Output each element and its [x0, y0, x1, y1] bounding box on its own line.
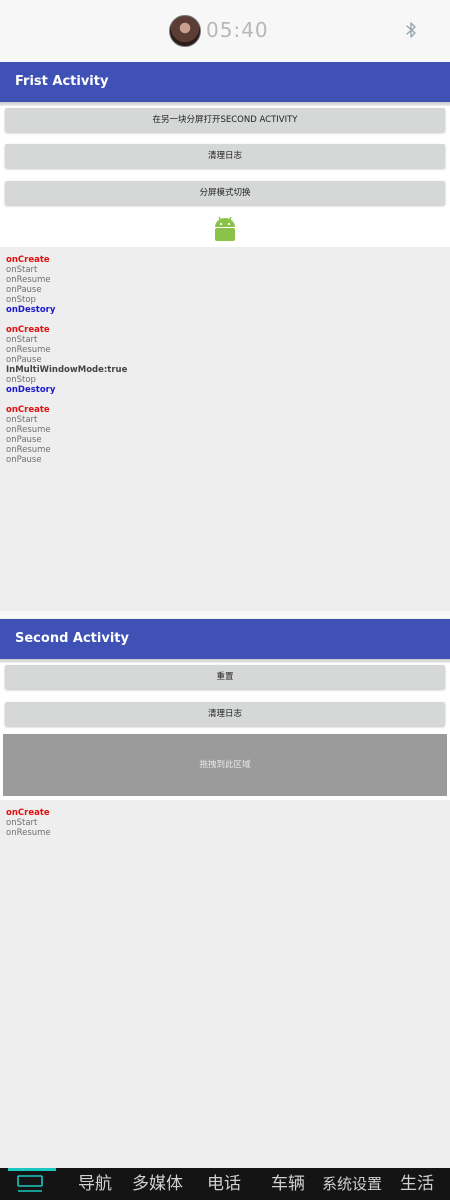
log-line: onStop	[6, 295, 36, 305]
second-activity-title: Second Activity	[15, 631, 129, 646]
first-activity-log: onCreate onStart onResume onPause onStop onDe…	[6, 255, 127, 465]
log-line: onCreate	[6, 255, 50, 265]
log-line: onDestory	[6, 305, 56, 315]
log-line: onCreate	[6, 325, 50, 335]
log-line: onResume	[6, 828, 51, 838]
first-activity-appbar: Frist Activity	[0, 62, 450, 102]
log-line: onPause	[6, 455, 42, 465]
log-line: onStop	[6, 375, 36, 385]
avatar[interactable]	[169, 15, 201, 47]
second-activity-log: onCreate onStart onResume	[6, 808, 51, 838]
clock: 05:40	[206, 18, 269, 42]
android-robot-icon	[215, 216, 235, 241]
log-line: onDestory	[6, 385, 56, 395]
log-line: onResume	[6, 275, 51, 285]
log-line: onCreate	[6, 405, 50, 415]
open-second-activity-button[interactable]: 在另一块分屏打开SECOND ACTIVITY	[5, 108, 445, 132]
log-line: onCreate	[6, 808, 50, 818]
screen: 05:40 Frist Activity 在另一块分屏打开SECOND ACTI…	[0, 0, 450, 1200]
log-line: onStart	[6, 818, 38, 828]
log-line: onPause	[6, 355, 42, 365]
clear-log-button[interactable]: 清理日志	[5, 702, 445, 726]
nav-item-life[interactable]: 生活	[400, 1172, 434, 1196]
log-line: onPause	[6, 285, 42, 295]
nav-item-media[interactable]: 多媒体	[132, 1172, 183, 1196]
log-spacer	[6, 395, 127, 405]
clear-log-button[interactable]: 清理日志	[5, 144, 445, 168]
log-line: InMultiWindowMode:true	[6, 365, 128, 375]
home-icon[interactable]	[16, 1173, 46, 1195]
log-line: onStart	[6, 265, 38, 275]
nav-item-vehicle[interactable]: 车辆	[271, 1172, 305, 1196]
toggle-split-screen-button[interactable]: 分屏模式切换	[5, 181, 445, 205]
log-line: onResume	[6, 345, 51, 355]
log-spacer	[6, 315, 127, 325]
nav-active-indicator	[8, 1168, 56, 1171]
nav-item-navigation[interactable]: 导航	[78, 1172, 112, 1196]
bluetooth-icon[interactable]	[404, 21, 418, 39]
log-line: onPause	[6, 435, 42, 445]
first-activity-title: Frist Activity	[15, 74, 109, 89]
log-line: onStart	[6, 335, 38, 345]
nav-item-phone[interactable]: 电话	[207, 1172, 241, 1196]
status-bar: 05:40	[0, 0, 450, 62]
drop-area[interactable]: 拖拽到此区域	[3, 734, 447, 796]
second-activity-appbar: Second Activity	[0, 619, 450, 659]
split-divider[interactable]	[0, 611, 450, 618]
log-line: onResume	[6, 445, 51, 455]
log-line: onStart	[6, 415, 38, 425]
reset-button[interactable]: 重置	[5, 665, 445, 689]
log-line: onResume	[6, 425, 51, 435]
nav-item-settings[interactable]: 系统设置	[322, 1172, 382, 1196]
